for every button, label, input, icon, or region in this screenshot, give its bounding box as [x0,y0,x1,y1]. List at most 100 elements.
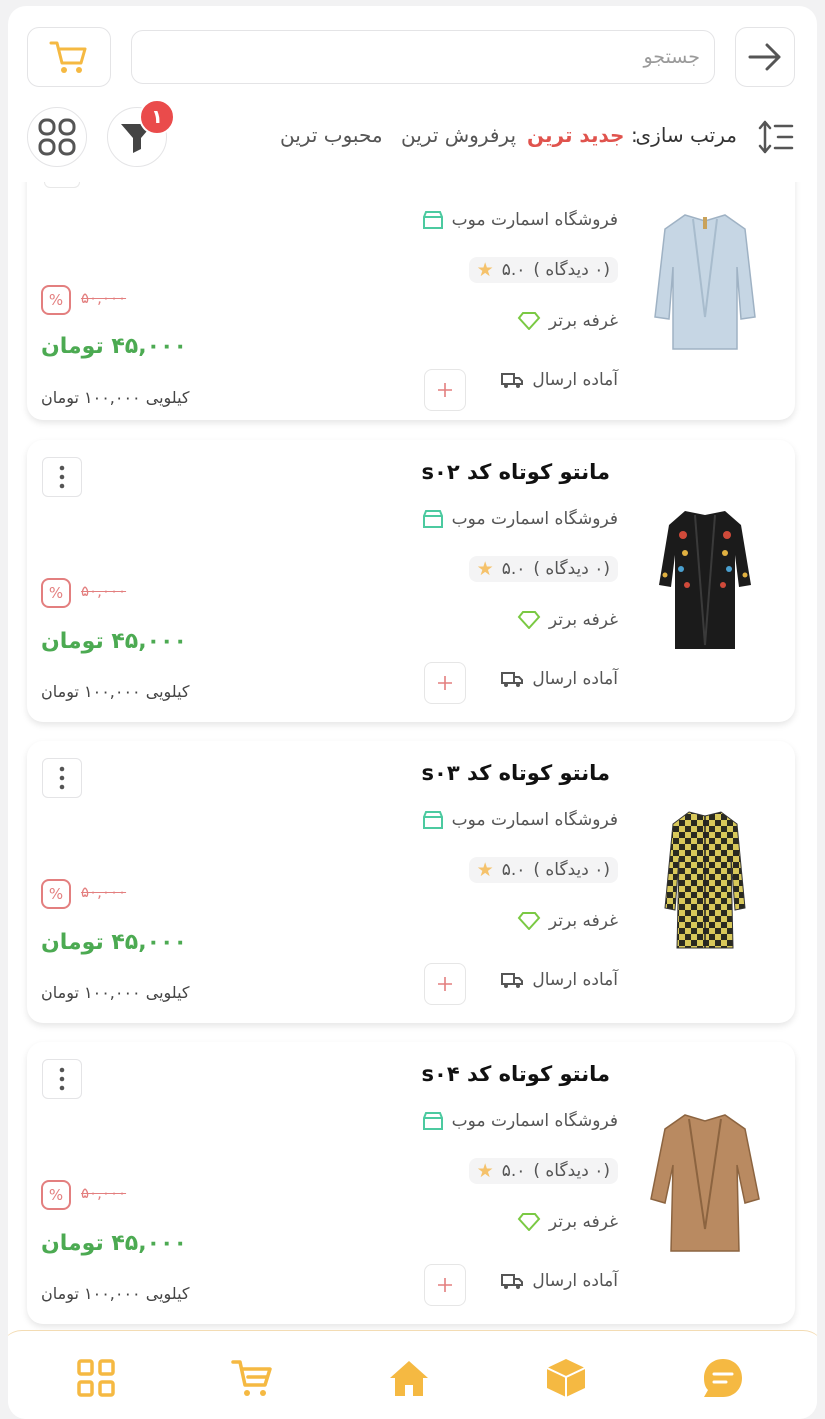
kebab-icon [59,1067,65,1091]
back-button[interactable] [735,27,795,87]
plus-icon [438,977,452,991]
unit-price: کیلویی ۱۰۰,۰۰۰ تومان [41,983,190,1002]
shipping-row: آماده ارسال [500,1271,618,1291]
price: ۴۵,۰۰۰ تومان [41,334,187,359]
product-card[interactable]: مانتو کوتاه کد s۰۳ فروشگاه اسمارت موب ★ … [27,741,795,1023]
box-icon [546,1359,586,1397]
old-price: ۵۰,۰۰۰ [81,582,127,600]
product-image[interactable] [631,1104,779,1264]
cart-icon [49,41,87,73]
nav-cart[interactable] [229,1355,275,1401]
shipping-row: آماده ارسال [500,669,618,689]
nav-chat[interactable] [700,1355,746,1401]
truck-icon [501,1274,524,1289]
search-input[interactable] [131,30,715,84]
product-card[interactable]: فروشگاه اسمارت موب ★ ۵.۰ (۰ دیدگاه ) غرف… [27,182,795,420]
old-price: ۵۰,۰۰۰ [81,1184,127,1202]
review-count: (۰ دیدگاه ) [533,1161,610,1181]
discount-badge: % [41,879,71,909]
store-row: فروشگاه اسمارت موب [422,210,618,230]
chat-icon [704,1359,742,1397]
nav-orders[interactable] [543,1355,589,1401]
camel-coat-icon [650,1114,760,1252]
unit-price: کیلویی ۱۰۰,۰۰۰ تومان [41,682,190,701]
unit-price: کیلویی ۱۰۰,۰۰۰ تومان [41,388,190,407]
light-blue-blazer-icon [654,214,756,350]
bottom-nav [8,1330,817,1419]
add-to-cart-button[interactable] [424,662,466,704]
sort-option-bestselling[interactable]: پرفروش ترین [401,123,516,147]
cart-button[interactable] [27,27,111,87]
truck-icon [501,973,524,988]
view-toggle-button[interactable] [27,107,87,167]
shipping-label: آماده ارسال [532,370,618,390]
diamond-icon [517,912,541,930]
rating-row: ★ ۵.۰ (۰ دیدگاه ) [468,857,618,883]
black-embroidered-coat-icon [659,511,751,649]
sort-option-newest[interactable]: جدید ترین [527,123,624,147]
product-list: فروشگاه اسمارت موب ★ ۵.۰ (۰ دیدگاه ) غرف… [8,182,817,1332]
product-card[interactable]: مانتو کوتاه کد s۰۴ فروشگاه اسمارت موب ★ … [27,1042,795,1324]
rating-value: ۵.۰ [501,860,526,880]
price: ۴۵,۰۰۰ تومان [41,930,187,955]
shipping-label: آماده ارسال [532,1271,618,1291]
booth-row: غرفه برتر [517,610,618,630]
app-screen: مرتب سازی : جدید ترین پرفروش ترین محبوب … [8,6,817,1419]
store-name: فروشگاه اسمارت موب [451,810,618,830]
shipping-label: آماده ارسال [532,970,618,990]
product-title[interactable]: مانتو کوتاه کد s۰۲ [422,460,610,484]
store-icon [422,811,443,829]
product-image[interactable] [631,803,779,963]
old-price: ۵۰,۰۰۰ [81,883,127,901]
product-title[interactable]: مانتو کوتاه کد s۰۴ [422,1062,610,1086]
plus-icon [438,383,452,397]
more-options-button[interactable] [42,1059,82,1099]
nav-home[interactable] [386,1355,432,1401]
star-icon: ★ [476,859,494,881]
plus-icon [438,1278,452,1292]
diamond-icon [517,1213,541,1231]
product-image [631,202,779,362]
add-to-cart-button[interactable] [424,369,466,411]
plus-icon [438,676,452,690]
more-options-button[interactable] [42,758,82,798]
product-card[interactable]: مانتو کوتاه کد s۰۲ فروشگاه اسمارت موب ★ [27,440,795,722]
store-row: فروشگاه اسمارت موب [422,509,618,529]
sort-colon: : [631,123,638,147]
store-name: فروشگاه اسمارت موب [451,1111,618,1131]
product-image[interactable] [631,500,779,660]
shipping-row: آماده ارسال [500,970,618,990]
booth-label: غرفه برتر [548,1212,618,1232]
booth-label: غرفه برتر [548,911,618,931]
truck-icon [501,373,524,388]
rating-value: ۵.۰ [501,559,526,579]
price: ۴۵,۰۰۰ تومان [41,629,187,654]
review-count: (۰ دیدگاه ) [533,260,610,280]
sort-icon[interactable] [755,116,797,158]
review-count: (۰ دیدگاه ) [533,559,610,579]
kebab-icon [59,766,65,790]
store-name: فروشگاه اسمارت موب [451,210,618,230]
kebab-icon [59,465,65,489]
nav-categories[interactable] [73,1355,119,1401]
discount-badge: % [41,578,71,608]
discount-badge: % [41,1180,71,1210]
more-options-button[interactable] [42,457,82,497]
product-title[interactable]: مانتو کوتاه کد s۰۳ [422,761,610,785]
diamond-icon [517,312,541,330]
old-price: ۵۰,۰۰۰ [81,289,127,307]
filter-count-badge: ۱ [139,99,175,135]
unit-price: کیلویی ۱۰۰,۰۰۰ تومان [41,1284,190,1303]
add-to-cart-button[interactable] [424,963,466,1005]
booth-row: غرفه برتر [517,911,618,931]
review-count: (۰ دیدگاه ) [533,860,610,880]
sort-option-popular[interactable]: محبوب ترین [280,123,383,147]
diamond-icon [517,611,541,629]
add-to-cart-button[interactable] [424,1264,466,1306]
booth-row: غرفه برتر [517,1212,618,1232]
cart-icon [231,1360,272,1396]
booth-row: غرفه برتر [517,311,618,331]
home-icon [390,1361,428,1396]
rating-row: ★ ۵.۰ (۰ دیدگاه ) [468,1158,618,1184]
shipping-row: آماده ارسال [500,370,618,390]
